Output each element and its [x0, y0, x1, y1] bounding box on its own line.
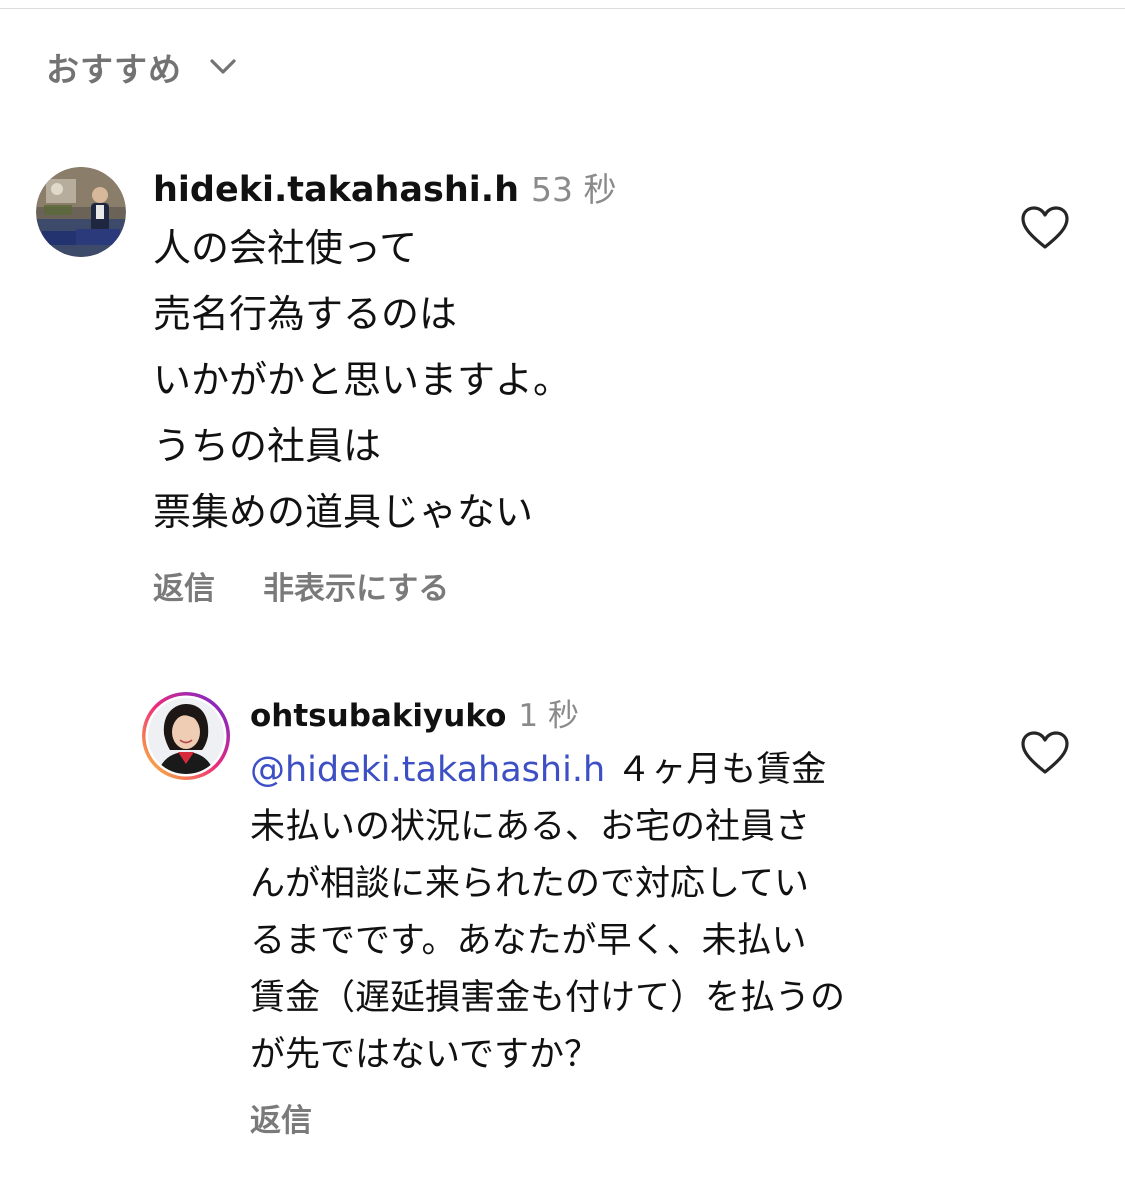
reply-line: が先ではないですか？ [250, 1035, 599, 1075]
comment-actions: 返信 非表示にする [153, 560, 449, 610]
reply-item: ohtsubakiyuko 1 秒 @hideki.takahashi.h ４ヶ… [0, 640, 1125, 1200]
reply-timestamp: 1 秒 [518, 698, 579, 734]
reply-line: んが相談に来られたので対応してい [250, 864, 809, 904]
avatar [142, 692, 230, 780]
comment-item: hideki.takahashi.h 53 秒 人の会社使って 売名行為するのは… [0, 0, 1125, 640]
avatar[interactable] [36, 167, 126, 257]
comment-text: 人の会社使って 売名行為するのは いかがかと思いますよ。 うちの社員は 票集めの… [153, 215, 571, 545]
mention-link[interactable]: @hideki.takahashi.h [250, 750, 605, 790]
comment-line: 票集めの道具じゃない [153, 490, 534, 534]
reply-line-text: ４ヶ月も賃金 [605, 750, 827, 790]
reply-line: 未払いの状況にある、お宅の社員さ [250, 807, 811, 847]
comment-timestamp: 53 秒 [531, 170, 617, 209]
reply-line: @hideki.takahashi.h ４ヶ月も賃金 [250, 742, 845, 799]
comment-username[interactable]: hideki.takahashi.h [153, 170, 519, 210]
reply-username[interactable]: ohtsubakiyuko [250, 698, 506, 734]
avatar-story-ring[interactable] [140, 690, 232, 782]
heart-outline-icon[interactable] [1020, 730, 1070, 776]
comment-line: 売名行為するのは [153, 292, 458, 336]
comment-line: 人の会社使って [153, 226, 418, 270]
reply-button[interactable]: 返信 [250, 1095, 312, 1140]
reply-text: @hideki.takahashi.h ４ヶ月も賃金 未払いの状況にある、お宅の… [250, 742, 845, 1084]
avatar-photo [36, 167, 126, 257]
comment-line: うちの社員は [153, 424, 382, 468]
comment-header: hideki.takahashi.h 53 秒 [153, 163, 617, 213]
reply-header: ohtsubakiyuko 1 秒 [250, 690, 579, 736]
reply-line: 賃金（遅延損害金も付けて）を払うの [250, 978, 846, 1018]
reply-button[interactable]: 返信 [153, 563, 215, 608]
reply-line: るまでです。あなたが早く、未払い [250, 921, 807, 961]
reply-actions: 返信 [250, 1092, 312, 1142]
comments-page: おすすめ hideki.takahashi.h 53 秒 人の会社使って 売名行… [0, 0, 1125, 1200]
comment-line: いかがかと思いますよ。 [153, 358, 572, 402]
heart-outline-icon[interactable] [1020, 205, 1070, 251]
hide-button[interactable]: 非表示にする [263, 563, 449, 608]
